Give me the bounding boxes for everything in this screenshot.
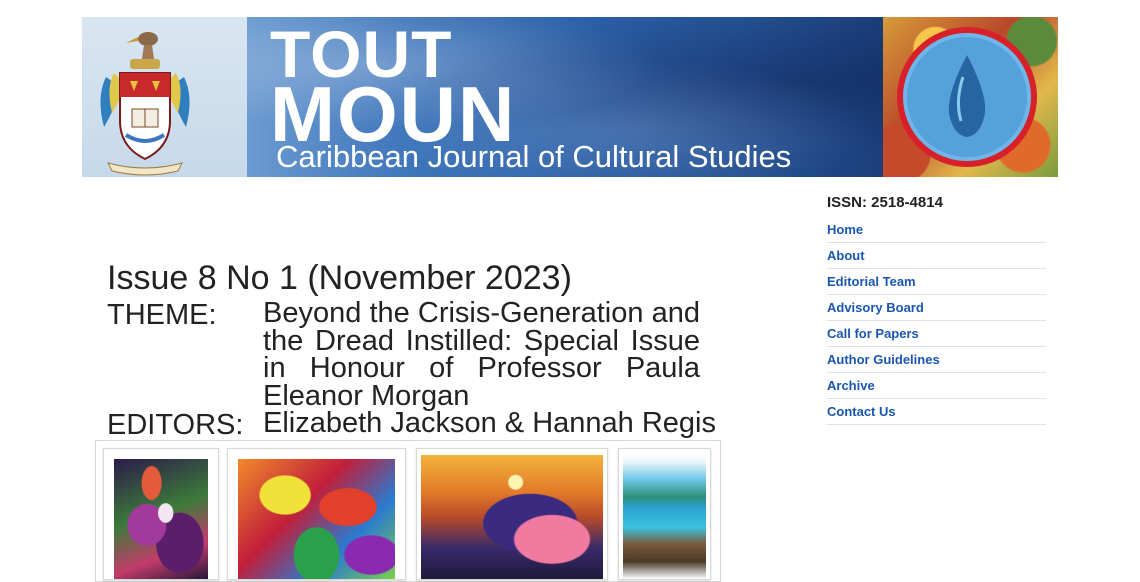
issue-title: Issue 8 No 1 (November 2023) — [107, 259, 572, 297]
issn-number: ISSN: 2518-4814 — [827, 194, 943, 211]
editors-value: Elizabeth Jackson & Hannah Regis — [263, 407, 716, 439]
artwork-thumbnail[interactable] — [618, 448, 711, 580]
university-crest-logo — [100, 32, 190, 176]
nav-item-about: About — [827, 243, 1046, 269]
nav-link-contact-us[interactable]: Contact Us — [827, 404, 896, 419]
nav-link-advisory-board[interactable]: Advisory Board — [827, 300, 924, 315]
nav-item-archive: Archive — [827, 373, 1046, 399]
artwork-thumbnail[interactable] — [103, 448, 219, 580]
water-drop-emblem-icon — [897, 27, 1037, 167]
nav-item-editorial-team: Editorial Team — [827, 269, 1046, 295]
journal-banner[interactable]: TOUT MOUN Caribbean Journal of Cultural … — [82, 17, 1058, 177]
theme-value: Beyond the Crisis-Generation and the Dre… — [263, 297, 700, 412]
nav-item-home: Home — [827, 217, 1046, 243]
banner-subtitle: Caribbean Journal of Cultural Studies — [276, 139, 792, 174]
nav-link-home[interactable]: Home — [827, 222, 863, 237]
artwork-thumbnail[interactable] — [227, 448, 406, 580]
nav-link-call-for-papers[interactable]: Call for Papers — [827, 326, 919, 341]
sunset-hibiscus-painting-image — [421, 455, 603, 579]
nav-link-author-guidelines[interactable]: Author Guidelines — [827, 352, 940, 367]
nav-item-advisory-board: Advisory Board — [827, 295, 1046, 321]
nav-link-editorial-team[interactable]: Editorial Team — [827, 274, 916, 289]
sidebar-nav: Home About Editorial Team Advisory Board… — [827, 217, 1046, 425]
tropical-flowers-painting-image — [238, 459, 395, 579]
nav-link-about[interactable]: About — [827, 248, 865, 263]
cover-art-gallery — [95, 440, 721, 582]
editors-label: EDITORS: — [107, 409, 244, 441]
orchid-painting-image — [114, 459, 208, 579]
banner-artwork — [883, 17, 1058, 177]
theme-label: THEME: — [107, 299, 217, 331]
artwork-thumbnail[interactable] — [416, 448, 608, 580]
nav-item-author-guidelines: Author Guidelines — [827, 347, 1046, 373]
nav-link-archive[interactable]: Archive — [827, 378, 875, 393]
coastal-landscape-painting-image — [623, 455, 706, 579]
nav-item-contact-us: Contact Us — [827, 399, 1046, 425]
nav-item-call-for-papers: Call for Papers — [827, 321, 1046, 347]
